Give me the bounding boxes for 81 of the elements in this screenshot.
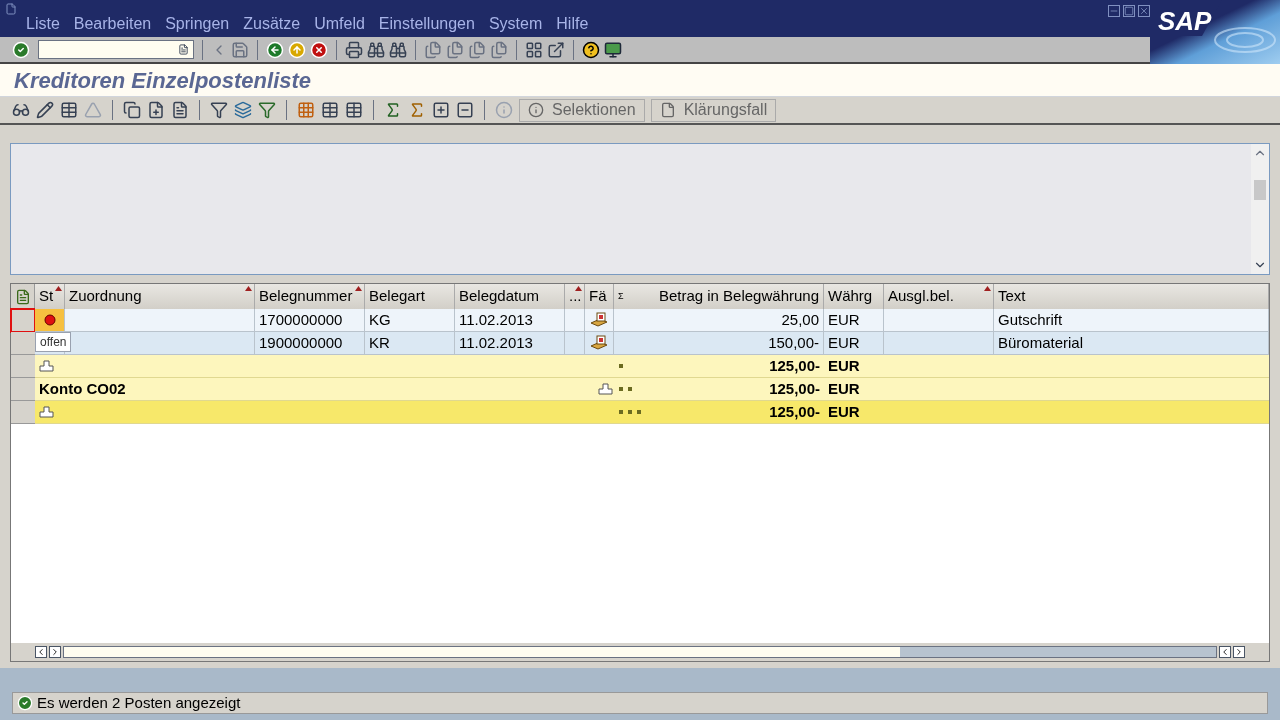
documents-icon[interactable]	[123, 101, 141, 119]
previous-page-icon[interactable]	[446, 40, 464, 59]
save-icon[interactable]	[231, 40, 249, 59]
row-selector[interactable]	[11, 309, 35, 332]
select-all-icon[interactable]	[14, 288, 31, 305]
column-header[interactable]: St	[35, 284, 65, 309]
document-icon[interactable]	[147, 101, 165, 119]
column-header[interactable]: Zuordnung	[65, 284, 255, 309]
scroll-left-icon[interactable]	[1219, 646, 1231, 658]
document-icon[interactable]	[171, 101, 189, 119]
first-page-icon[interactable]	[424, 40, 442, 59]
tooltip: offen	[35, 332, 72, 352]
menu-item[interactable]: Zusätze	[243, 12, 301, 36]
menu-item[interactable]: Bearbeiten	[73, 12, 152, 36]
column-header[interactable]: Währg	[824, 284, 884, 309]
total-amount: 125,00-	[769, 378, 820, 399]
screen-title: Kreditoren Einzelpostenliste	[14, 66, 312, 95]
last-page-icon[interactable]	[490, 40, 508, 59]
pencil-icon[interactable]	[36, 101, 54, 119]
document-icon	[659, 102, 676, 118]
horizontal-scrollbar[interactable]	[11, 643, 1269, 661]
menu-item[interactable]: Liste	[26, 12, 60, 36]
sum-mark: Σ	[618, 289, 624, 303]
search-icon[interactable]	[367, 40, 385, 59]
scroll-right-icon[interactable]	[49, 646, 61, 658]
scroll-thumb[interactable]	[900, 647, 1216, 657]
status-message: Es werden 2 Posten angezeigt	[37, 692, 241, 713]
menu-item[interactable]: Umfeld	[314, 12, 365, 36]
stamp-icon	[39, 360, 55, 372]
total-amount: 125,00-	[769, 401, 820, 422]
column-header[interactable]: Σ Betrag in Belegwährung	[614, 284, 824, 309]
stamp-icon	[39, 406, 55, 418]
back-icon[interactable]	[266, 40, 284, 59]
history-icon[interactable]	[178, 44, 189, 55]
menu-item[interactable]: System	[488, 12, 543, 36]
column-header[interactable]: Text	[994, 284, 1269, 309]
success-icon	[17, 695, 33, 711]
enter-icon[interactable]	[12, 40, 30, 59]
logo: SAP	[1158, 6, 1212, 36]
system-menu-icon[interactable]	[5, 3, 17, 15]
table-icon[interactable]	[60, 101, 78, 119]
minimize-icon[interactable]	[1108, 5, 1120, 17]
collapse-icon[interactable]	[456, 101, 474, 119]
print-icon[interactable]	[345, 40, 363, 59]
maximize-icon[interactable]	[1123, 5, 1135, 17]
scroll-left-icon[interactable]	[35, 646, 47, 658]
help-icon[interactable]	[582, 40, 600, 59]
next-page-icon[interactable]	[468, 40, 486, 59]
column-header[interactable]: Belegart	[365, 284, 455, 309]
stamp-icon	[598, 383, 614, 395]
grid-icon[interactable]	[297, 101, 315, 119]
menu-item[interactable]: Einstellungen	[378, 12, 475, 36]
total-currency: EUR	[828, 355, 860, 376]
total-currency: EUR	[828, 378, 860, 399]
column-header[interactable]: Belegdatum	[455, 284, 565, 309]
scroll-right-icon[interactable]	[1233, 646, 1245, 658]
column-header[interactable]: ...	[565, 284, 585, 309]
glasses-icon[interactable]	[12, 101, 30, 119]
total-amount: 125,00-	[769, 355, 820, 376]
command-field[interactable]	[38, 40, 194, 59]
total-currency: EUR	[828, 401, 860, 422]
table-icon[interactable]	[345, 101, 363, 119]
menu-item[interactable]: Hilfe	[556, 12, 589, 36]
column-header[interactable]: Ausgl.bel.	[884, 284, 994, 309]
menu-item[interactable]: Springen	[165, 12, 230, 36]
layout-icon[interactable]	[604, 40, 622, 59]
account-label: Konto CO02	[39, 378, 126, 399]
info-icon	[528, 102, 544, 118]
expand-icon[interactable]	[432, 101, 450, 119]
scroll-thumb[interactable]	[1254, 180, 1266, 200]
cancel-icon[interactable]	[310, 40, 328, 59]
close-icon[interactable]	[1138, 5, 1150, 17]
status-icon	[42, 313, 57, 327]
new-session-icon[interactable]	[525, 40, 543, 59]
shortcut-icon[interactable]	[547, 40, 565, 59]
filter-icon[interactable]	[210, 101, 228, 119]
table-icon[interactable]	[321, 101, 339, 119]
search-next-icon[interactable]	[389, 40, 407, 59]
column-header[interactable]: Belegnummer	[255, 284, 365, 309]
column-header[interactable]: Fä	[585, 284, 614, 309]
scrollbar[interactable]	[1251, 144, 1269, 274]
